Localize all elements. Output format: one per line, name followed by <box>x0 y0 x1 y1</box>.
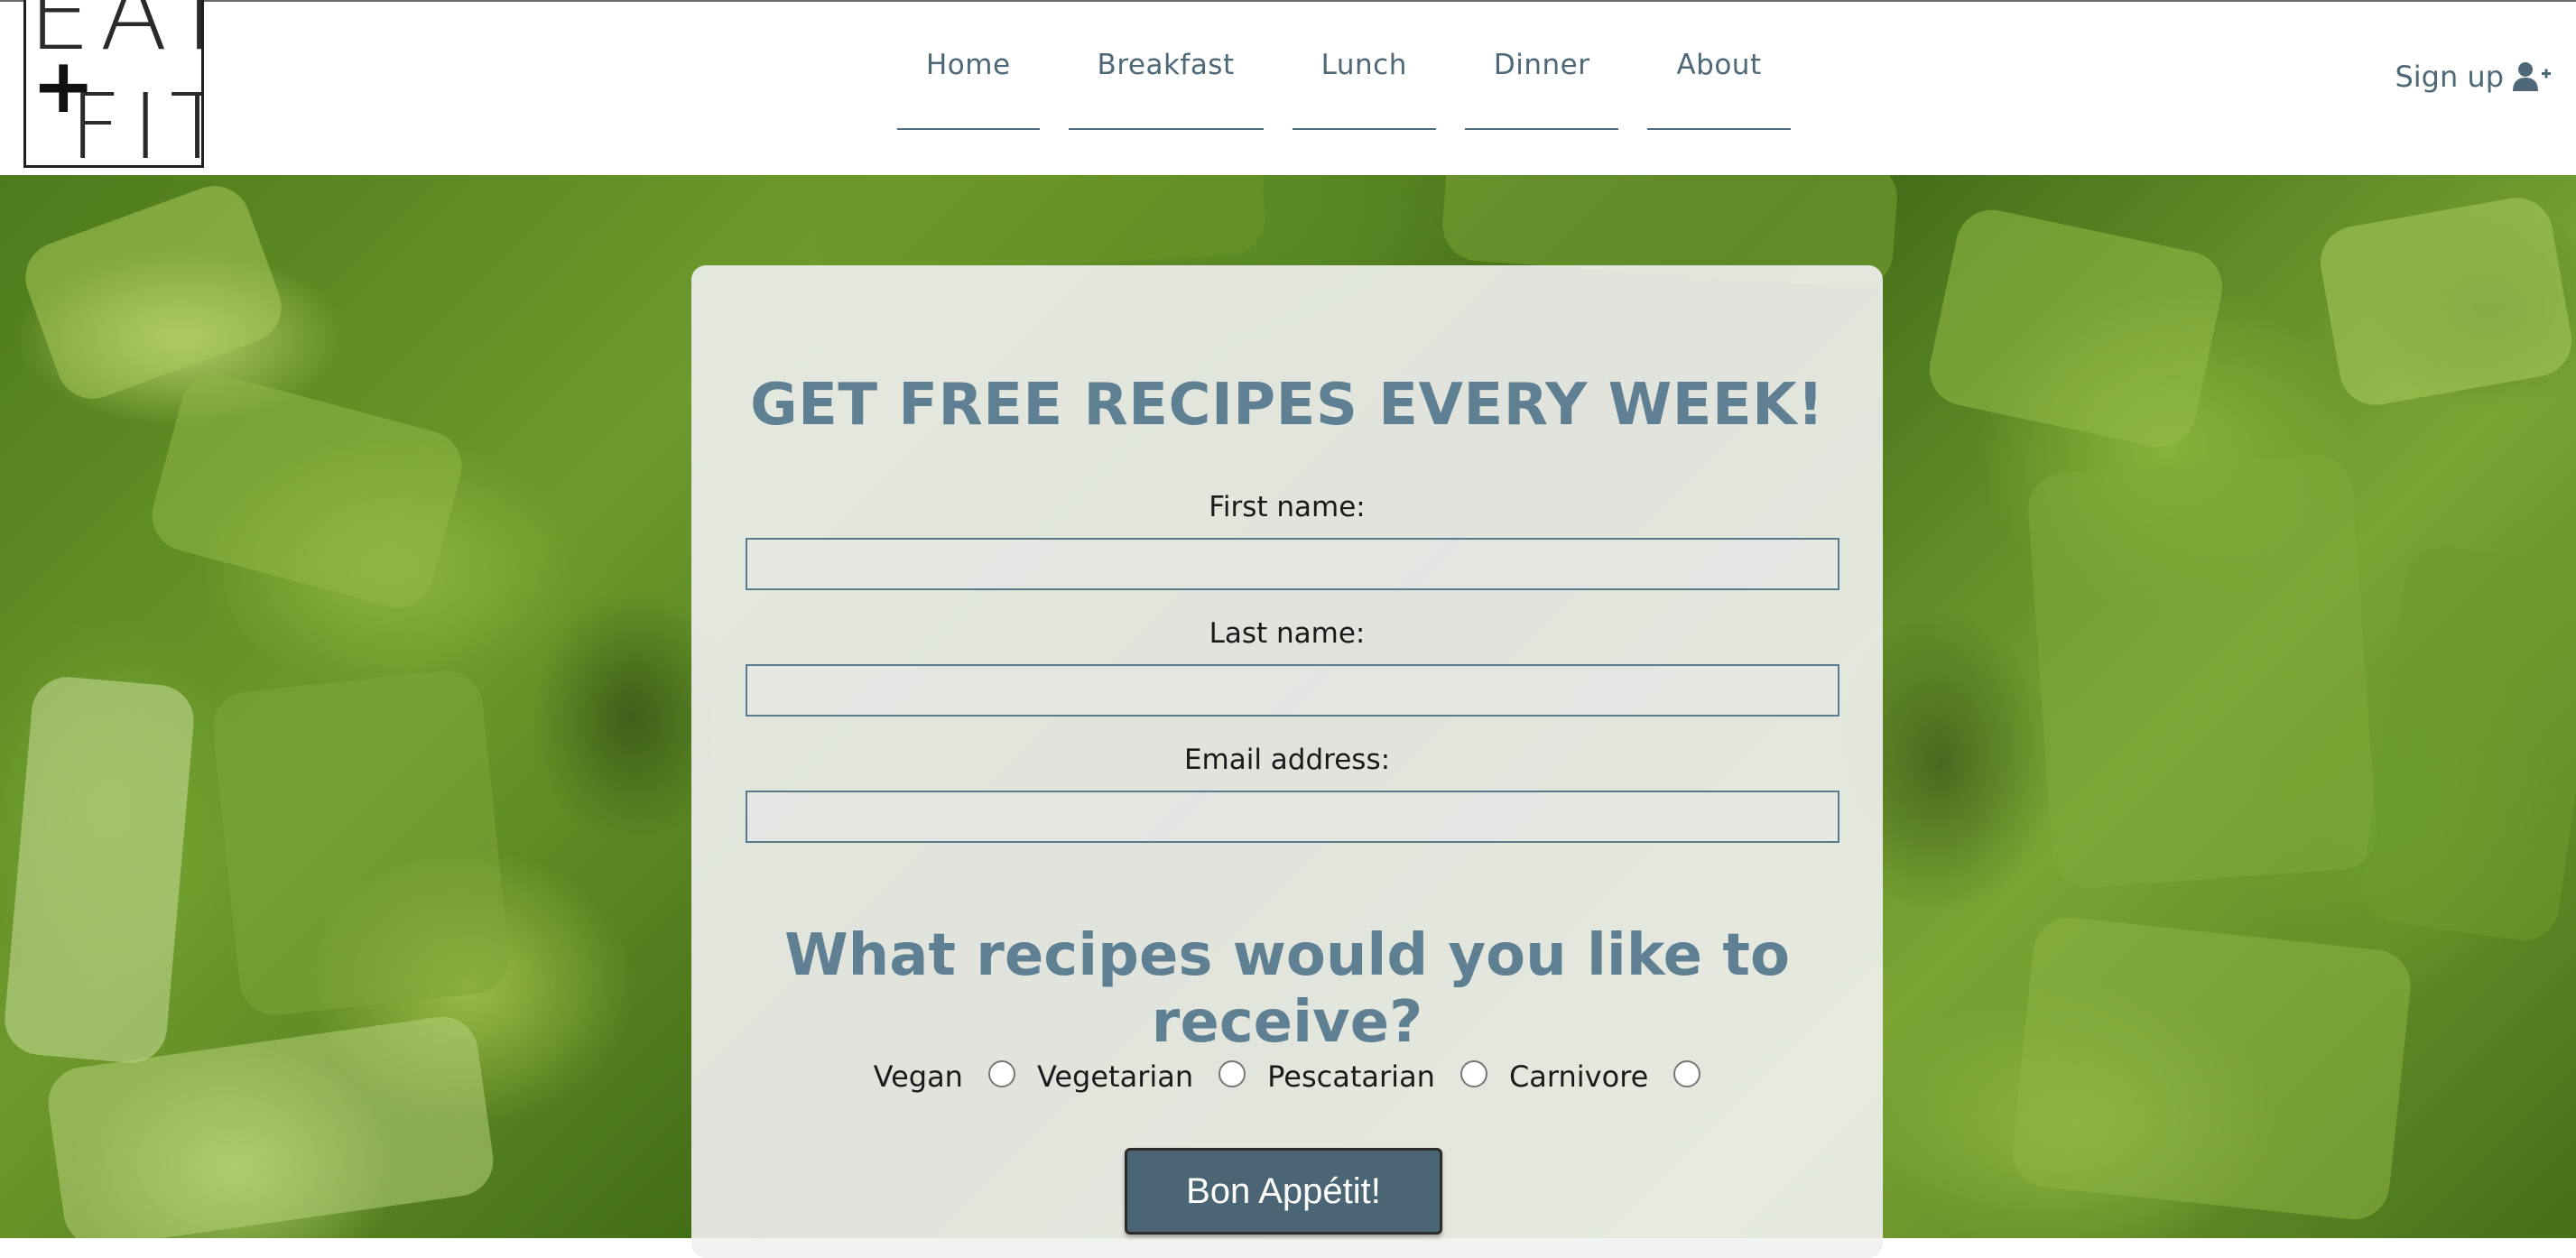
radio-label-vegan: Vegan <box>873 1059 963 1094</box>
onion-piece-decoration <box>2 673 197 1067</box>
main-nav: Home Breakfast Lunch Dinner About <box>897 2 1791 132</box>
site-header: EAT + FIT Home Breakfast Lunch Dinner Ab… <box>0 0 2576 175</box>
sign-up-label: Sign up <box>2395 60 2504 94</box>
nav-item-home[interactable]: Home <box>897 2 1040 130</box>
radio-label-pescatarian: Pescatarian <box>1267 1059 1435 1094</box>
radio-option-vegetarian: Vegetarian <box>1037 1059 1246 1094</box>
nav-item-lunch[interactable]: Lunch <box>1292 2 1436 130</box>
newsletter-signup-card: GET FREE RECIPES EVERY WEEK! First name:… <box>691 265 1883 1258</box>
onion-piece-decoration <box>144 365 470 616</box>
onion-piece-decoration <box>2357 541 2576 946</box>
email-field[interactable] <box>746 791 1839 843</box>
radio-pescatarian[interactable] <box>1459 1060 1487 1087</box>
radio-label-vegetarian: Vegetarian <box>1036 1059 1194 1094</box>
onion-piece-decoration <box>2025 453 2379 890</box>
onion-piece-decoration <box>209 667 513 1019</box>
logo-fit-text: FIT <box>69 74 201 168</box>
eat-fit-logo[interactable]: EAT + FIT <box>23 0 204 168</box>
radio-label-carnivore: Carnivore <box>1508 1059 1649 1094</box>
last-name-label: Last name: <box>1209 617 1366 650</box>
radio-carnivore[interactable] <box>1673 1060 1701 1087</box>
radio-option-vegan: Vegan <box>874 1059 1015 1094</box>
nav-item-dinner[interactable]: Dinner <box>1464 2 1619 130</box>
nav-item-breakfast[interactable]: Breakfast <box>1068 2 1264 130</box>
email-label: Email address: <box>1183 744 1391 776</box>
last-name-field[interactable] <box>746 664 1839 717</box>
recipes-question-heading: What recipes would you like to receive? <box>784 922 1790 1056</box>
radio-option-pescatarian: Pescatarian <box>1267 1059 1487 1094</box>
onion-piece-decoration <box>809 175 1267 277</box>
sign-up-link[interactable]: Sign up <box>2395 60 2553 94</box>
nav-item-about[interactable]: About <box>1647 2 1791 130</box>
radio-option-carnivore: Carnivore <box>1508 1059 1701 1094</box>
form-title: GET FREE RECIPES EVERY WEEK! <box>750 372 1824 439</box>
onion-piece-decoration <box>1923 203 2229 454</box>
first-name-label: First name: <box>1209 491 1366 523</box>
onion-piece-decoration <box>2314 191 2576 412</box>
user-plus-icon <box>2513 62 2551 91</box>
onion-piece-decoration <box>15 175 292 410</box>
submit-button[interactable]: Bon Appétit! <box>1125 1148 1442 1235</box>
first-name-field[interactable] <box>746 538 1839 590</box>
recipe-type-radio-group: Vegan Vegetarian Pescatarian Carnivore <box>691 1059 1883 1094</box>
radio-vegan[interactable] <box>987 1060 1015 1087</box>
onion-piece-decoration <box>2008 913 2414 1224</box>
radio-vegetarian[interactable] <box>1219 1060 1246 1087</box>
